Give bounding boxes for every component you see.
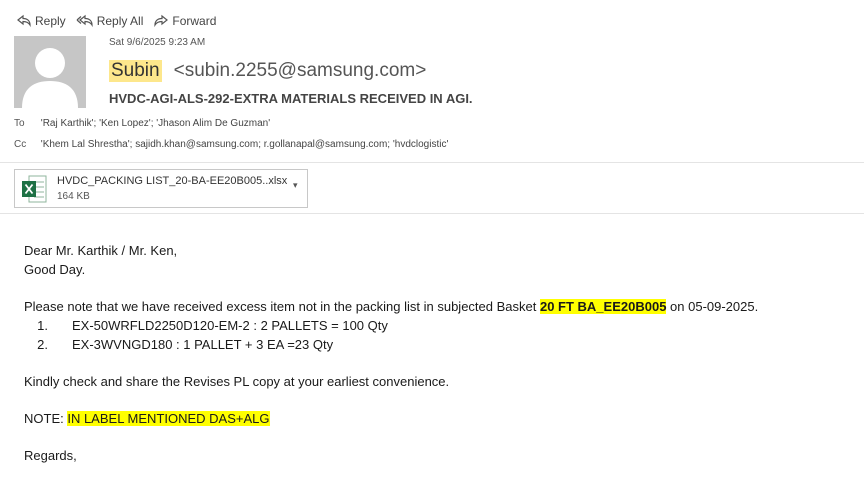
basket-highlight: 20 FT BA_EE20B005: [539, 299, 667, 314]
email-body: Dear Mr. Karthik / Mr. Ken, Good Day. Pl…: [24, 241, 854, 465]
chevron-down-icon[interactable]: ▾: [293, 180, 298, 191]
to-row: To 'Raj Karthik'; 'Ken Lopez'; 'Jhason A…: [14, 118, 270, 129]
to-label: To: [14, 118, 25, 129]
attachment-chip[interactable]: HVDC_PACKING LIST_20-BA-EE20B005..xlsx 1…: [14, 169, 308, 208]
message-toolbar: Reply Reply All Forward: [16, 11, 226, 31]
to-recipients[interactable]: 'Raj Karthik'; 'Ken Lopez'; 'Jhason Alim…: [41, 118, 270, 129]
list-item: 2. EX-3WVNGD180 : 1 PALLET + 3 EA =23 Qty: [24, 335, 854, 354]
note-label: NOTE:: [24, 411, 68, 426]
reply-button[interactable]: Reply: [16, 14, 66, 28]
sender-avatar: [14, 36, 86, 108]
list-item: 1. EX-50WRFLD2250D120-EM-2 : 2 PALLETS = …: [24, 316, 854, 335]
list-item-number: 2.: [37, 337, 48, 352]
greeting-line: Dear Mr. Karthik / Mr. Ken,: [24, 243, 178, 258]
note-highlight: IN LABEL MENTIONED DAS+ALG: [67, 411, 270, 426]
header-divider: [0, 162, 864, 163]
reply-all-label: Reply All: [96, 14, 144, 28]
cc-recipients[interactable]: 'Khem Lal Shrestha'; sajidh.khan@samsung…: [41, 139, 449, 150]
sender-name[interactable]: Subin: [109, 60, 162, 82]
list-item-number: 1.: [37, 318, 48, 333]
paragraph-2: Kindly check and share the Revises PL co…: [24, 374, 450, 389]
forward-icon: [154, 14, 169, 28]
paragraph-1-date: on 05-09-2025.: [666, 299, 759, 314]
note-line: NOTE: IN LABEL MENTIONED DAS+ALG: [24, 409, 854, 428]
good-day-line: Good Day.: [24, 262, 86, 277]
email-subject: HVDC-AGI-ALS-292-EXTRA MATERIALS RECEIVE…: [109, 91, 473, 106]
person-silhouette-icon: [22, 48, 78, 108]
forward-button[interactable]: Forward: [153, 14, 216, 28]
sender-email[interactable]: <subin.2255@samsung.com>: [174, 60, 427, 82]
list-item-text: EX-3WVNGD180 : 1 PALLET + 3 EA =23 Qty: [72, 337, 334, 352]
attachment-filename: HVDC_PACKING LIST_20-BA-EE20B005..xlsx: [57, 175, 288, 187]
sender-line: Subin <subin.2255@samsung.com>: [109, 57, 426, 85]
excel-file-icon: [22, 175, 47, 203]
reply-label: Reply: [35, 14, 66, 28]
list-item-text: EX-50WRFLD2250D120-EM-2 : 2 PALLETS = 10…: [72, 318, 388, 333]
reply-icon: [17, 14, 31, 28]
cc-row: Cc 'Khem Lal Shrestha'; sajidh.khan@sams…: [14, 139, 448, 150]
forward-label: Forward: [172, 14, 217, 28]
closing-line: Regards,: [24, 448, 77, 463]
attachment-size: 164 KB: [57, 191, 90, 202]
paragraph-1: Please note that we have received excess…: [24, 297, 854, 316]
reply-all-icon: [76, 14, 93, 28]
sent-date: Sat 9/6/2025 9:23 AM: [109, 37, 206, 48]
attachment-divider: [0, 213, 864, 214]
paragraph-1-text: Please note that we have received excess…: [24, 299, 540, 314]
reply-all-button[interactable]: Reply All: [76, 14, 144, 28]
cc-label: Cc: [14, 139, 27, 150]
